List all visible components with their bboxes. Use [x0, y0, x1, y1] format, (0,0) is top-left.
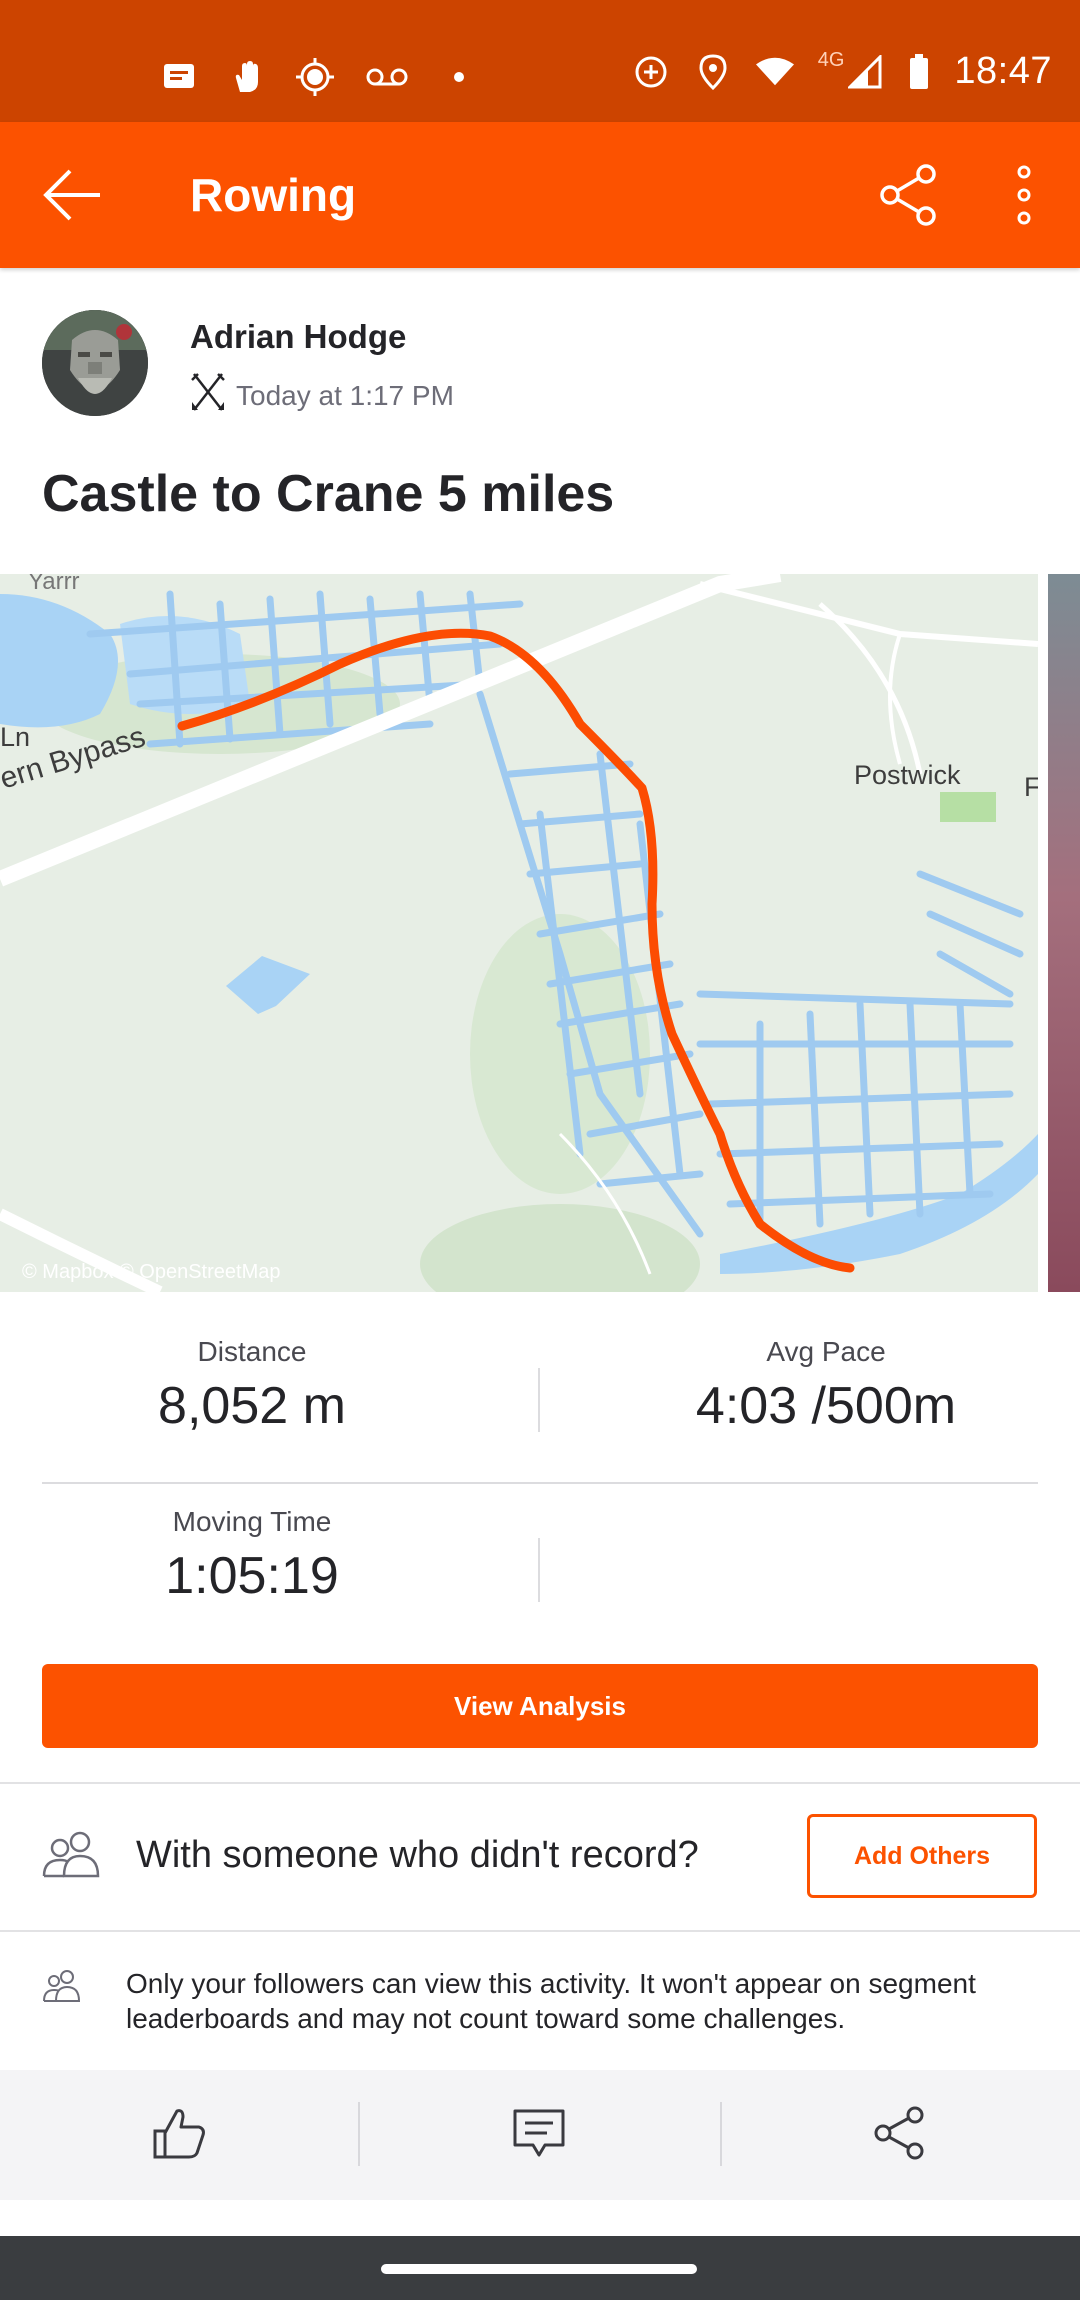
stat-moving-time: Moving Time 1:05:19	[42, 1506, 462, 1606]
with-others-text: With someone who didn't record?	[136, 1834, 699, 1876]
data-saver-icon	[632, 53, 670, 91]
more-options-button[interactable]	[1000, 162, 1048, 228]
with-others-row: With someone who didn't record? Add Othe…	[0, 1782, 1080, 1928]
followers-icon	[42, 1968, 82, 2004]
map-label-town: Postwick	[854, 760, 961, 790]
message-icon	[160, 58, 198, 96]
stat-moving-time-label: Moving Time	[172, 1506, 332, 1537]
like-icon	[153, 2109, 205, 2159]
activity-title: Castle to Crane 5 miles	[42, 465, 615, 523]
stat-divider	[538, 1368, 540, 1432]
comment-button[interactable]	[506, 2100, 572, 2166]
comment-icon	[513, 2109, 565, 2157]
action-separator	[720, 2102, 722, 2166]
map-label-edge: F	[1024, 772, 1038, 802]
system-nav-bar	[0, 2236, 1080, 2300]
status-bar: 4G 18:47	[0, 0, 1080, 122]
share-icon	[880, 164, 936, 226]
status-right-icons: 4G 18:47	[632, 49, 1052, 93]
photo-carousel-peek[interactable]	[1048, 574, 1080, 1292]
athlete-header: Adrian Hodge Today at 1:17 PM	[42, 310, 1042, 420]
brightness-icon	[296, 58, 334, 96]
map-attribution[interactable]: © Mapbox © OpenStreetMap	[22, 1261, 281, 1284]
location-icon	[694, 53, 732, 91]
map-label-lane: Ln	[0, 722, 31, 752]
wifi-icon	[755, 53, 794, 91]
clock: 18:47	[954, 50, 1052, 92]
activity-timestamp: Today at 1:17 PM	[236, 379, 454, 411]
stat-distance-value: 8,052 m	[158, 1377, 346, 1435]
content-continuation	[0, 2200, 1080, 2236]
people-icon	[42, 1830, 102, 1880]
privacy-notice: Only your followers can view this activi…	[0, 1930, 1080, 2070]
arrow-left-icon	[43, 169, 100, 221]
oars-icon	[190, 372, 226, 419]
battery-icon	[908, 53, 930, 91]
athlete-name[interactable]: Adrian Hodge	[190, 318, 406, 356]
hand-icon	[228, 58, 266, 96]
home-gesture-handle[interactable]	[381, 2264, 697, 2274]
network-type: 4G	[817, 48, 845, 71]
dot-icon	[440, 58, 478, 96]
stat-moving-time-value: 1:05:19	[165, 1547, 339, 1605]
map-canvas	[0, 574, 1038, 1292]
back-button[interactable]	[40, 162, 106, 228]
share-activity-button[interactable]	[866, 2100, 932, 2166]
privacy-text: Only your followers can view this activi…	[126, 1968, 976, 2034]
activity-meta: Today at 1:17 PM	[190, 372, 454, 419]
avatar[interactable]	[42, 310, 148, 416]
action-bar	[0, 2070, 1080, 2200]
stat-distance: Distance 8,052 m	[42, 1336, 462, 1436]
stats-row-divider	[42, 1482, 1038, 1484]
route-map[interactable]: Postwick ern Bypass Ln Yarrr F © Mapbox …	[0, 574, 1038, 1292]
app-bar: Rowing	[0, 122, 1080, 268]
voicemail-icon	[364, 58, 410, 96]
share-icon	[874, 2106, 924, 2160]
kudos-button[interactable]	[146, 2100, 212, 2166]
stat-distance-label: Distance	[197, 1336, 307, 1367]
more-vertical-icon	[1017, 165, 1031, 225]
page-title: Rowing	[190, 169, 357, 221]
stat-avg-pace-value: 4:03 /500m	[695, 1377, 957, 1435]
view-analysis-button[interactable]: View Analysis	[42, 1664, 1038, 1748]
signal-group: 4G	[818, 49, 885, 91]
share-button[interactable]	[876, 162, 942, 228]
map-label-top: Yarrr	[28, 574, 80, 595]
stat-avg-pace: Avg Pace 4:03 /500m	[616, 1336, 1036, 1436]
stat-avg-pace-label: Avg Pace	[766, 1336, 886, 1367]
action-separator	[358, 2102, 360, 2166]
status-left-icons	[160, 58, 478, 96]
signal-icon	[846, 53, 884, 91]
stat-divider	[538, 1538, 540, 1602]
add-others-button[interactable]: Add Others	[807, 1814, 1037, 1898]
